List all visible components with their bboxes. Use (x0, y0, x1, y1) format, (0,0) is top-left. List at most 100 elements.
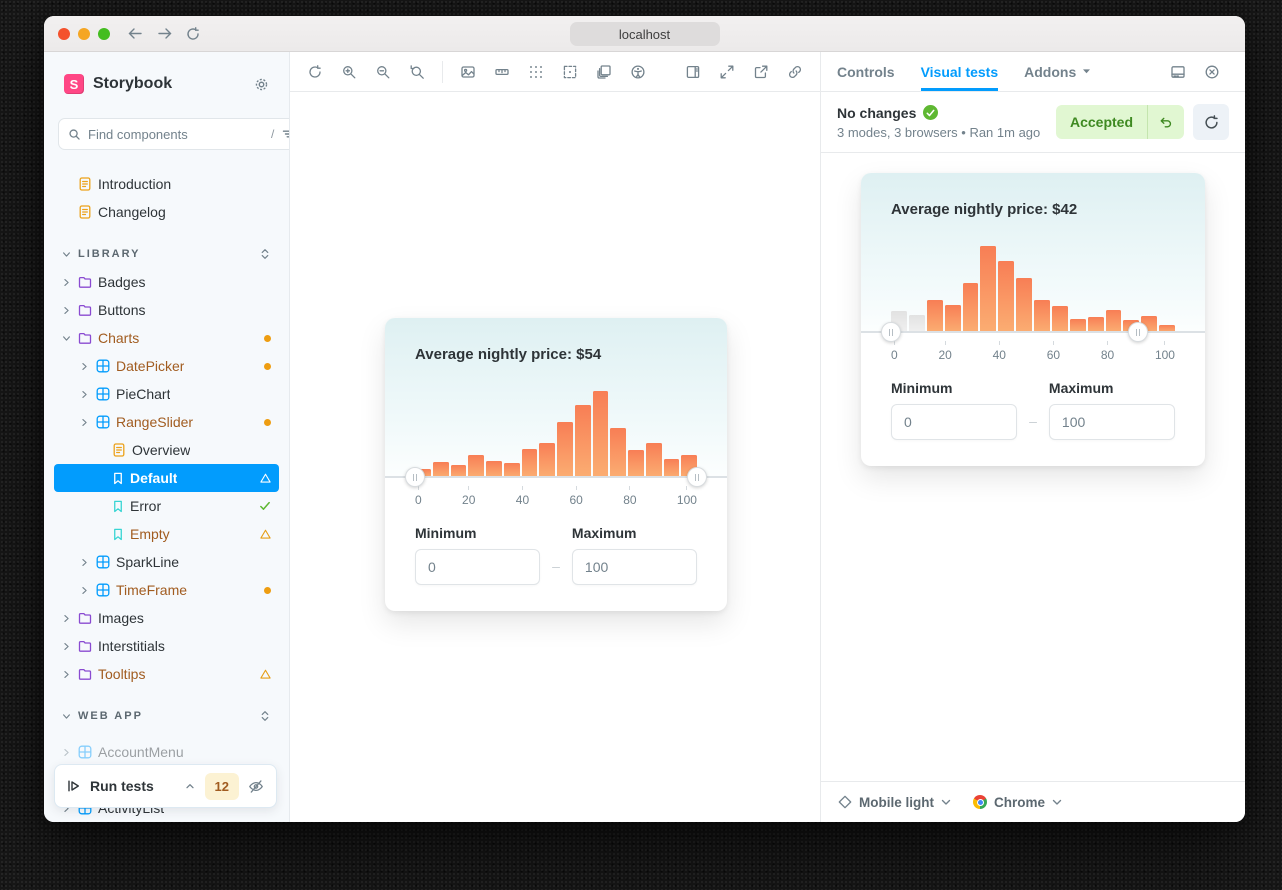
zoom-out-icon[interactable] (369, 58, 397, 86)
tab-visual-tests[interactable]: Visual tests (921, 52, 999, 91)
minimize-window-button[interactable] (78, 28, 90, 40)
zoom-in-icon[interactable] (335, 58, 363, 86)
sidebar-item-sparkline[interactable]: SparkLine (54, 548, 279, 576)
changed-dot-badge (264, 587, 271, 594)
histogram-bar (945, 305, 961, 332)
measure-icon[interactable] (488, 58, 516, 86)
sidebar-item-error[interactable]: Error (54, 492, 279, 520)
sidebar: S Storybook / IntroductionChangelogLIBRA… (44, 52, 290, 822)
rerun-tests-button[interactable] (1193, 104, 1229, 140)
sidebar-item-charts[interactable]: Charts (54, 324, 279, 352)
axis-labels: 020406080100 (891, 341, 1175, 362)
item-label: Error (130, 498, 161, 514)
test-count-badge: 12 (205, 773, 239, 800)
section-header-web-app[interactable]: WEB APP (54, 702, 279, 730)
undo-accept-button[interactable] (1147, 105, 1184, 139)
sidebar-item-tooltips[interactable]: Tooltips (54, 660, 279, 688)
close-window-button[interactable] (58, 28, 70, 40)
outline-icon[interactable] (556, 58, 584, 86)
max-slider-handle[interactable] (1128, 322, 1148, 342)
backgrounds-icon[interactable] (454, 58, 482, 86)
sidebar-item-interstitials[interactable]: Interstitials (54, 632, 279, 660)
chevron-down-icon (1082, 68, 1091, 75)
sidebar-item-datepicker[interactable]: DatePicker (54, 352, 279, 380)
mode-selector[interactable]: Mobile light (838, 795, 951, 810)
sidebar-item-introduction[interactable]: Introduction (54, 170, 279, 198)
item-label: Images (98, 610, 144, 626)
bookmark-icon (112, 500, 124, 513)
sidebar-item-timeframe[interactable]: TimeFrame (54, 576, 279, 604)
folder-icon (78, 303, 92, 317)
zoom-window-button[interactable] (98, 28, 110, 40)
min-label: Minimum (891, 380, 1017, 396)
story-link-icon[interactable] (781, 58, 809, 86)
run-tests-label[interactable]: Run tests (90, 778, 175, 794)
chart-title: Average nightly price: $54 (415, 346, 697, 363)
search-box[interactable]: / (58, 118, 290, 150)
open-new-tab-icon[interactable] (747, 58, 775, 86)
visual-tests-status: No changes 3 modes, 3 browsers • Ran 1m … (821, 92, 1245, 153)
filter-icon[interactable] (281, 127, 290, 141)
search-input[interactable] (88, 127, 264, 142)
sidebar-item-rangeslider[interactable]: RangeSlider (54, 408, 279, 436)
toolbar-separator (442, 61, 443, 83)
expand-collapse-all-icon[interactable] (259, 248, 271, 260)
sidebar-item-accountmenu[interactable]: AccountMenu (54, 738, 279, 766)
sidebar-item-images[interactable]: Images (54, 604, 279, 632)
chevron-right-icon (60, 278, 72, 287)
run-tests-play-icon[interactable] (67, 779, 81, 793)
sidebar-item-badges[interactable]: Badges (54, 268, 279, 296)
histogram-chart: Average nightly price: $54 (385, 318, 727, 477)
search-shortcut-key: / (271, 127, 274, 141)
sidebar-item-empty[interactable]: Empty (54, 520, 279, 548)
chevron-right-icon (78, 558, 90, 567)
browser-forward-icon[interactable] (157, 27, 172, 41)
watch-mode-icon[interactable] (248, 779, 264, 794)
item-label: Default (130, 470, 177, 486)
panel-toggle-icon[interactable] (679, 58, 707, 86)
accessibility-icon[interactable] (624, 58, 652, 86)
zoom-reset-icon[interactable] (403, 58, 431, 86)
browser-back-icon[interactable] (128, 27, 143, 41)
close-panel-icon[interactable] (1198, 58, 1226, 86)
expand-collapse-all-icon[interactable] (259, 710, 271, 722)
fullscreen-icon[interactable] (713, 58, 741, 86)
grid-icon[interactable] (522, 58, 550, 86)
browser-selector[interactable]: Chrome (973, 795, 1062, 810)
min-slider-handle[interactable] (881, 322, 901, 342)
browser-reload-icon[interactable] (186, 27, 200, 41)
collapse-chevron-icon[interactable] (184, 780, 196, 792)
titlebar: localhost (44, 16, 1245, 52)
sidebar-item-overview[interactable]: Overview (54, 436, 279, 464)
item-label: Tooltips (98, 666, 145, 682)
max-input[interactable] (1049, 404, 1175, 440)
accepted-button[interactable]: Accepted (1056, 105, 1147, 139)
search-icon (68, 128, 81, 141)
sidebar-item-changelog[interactable]: Changelog (54, 198, 279, 226)
range-dash: – (552, 558, 560, 585)
section-header-library[interactable]: LIBRARY (54, 240, 279, 268)
min-input[interactable] (415, 549, 540, 585)
tab-controls[interactable]: Controls (837, 52, 895, 91)
axis-tick: 100 (1155, 341, 1175, 362)
sidebar-item-default[interactable]: Default (54, 464, 279, 492)
max-input[interactable] (572, 549, 697, 585)
doc-icon (78, 205, 92, 219)
address-bar[interactable]: localhost (570, 22, 720, 46)
tab-addons[interactable]: Addons (1024, 52, 1091, 91)
viewport-icon[interactable] (590, 58, 618, 86)
chevron-right-icon (78, 418, 90, 427)
panel-bottom-icon[interactable] (1164, 58, 1192, 86)
histogram-bar (927, 300, 943, 332)
min-label: Minimum (415, 525, 540, 541)
sidebar-item-buttons[interactable]: Buttons (54, 296, 279, 324)
max-slider-handle[interactable] (687, 467, 707, 487)
histogram-bar (468, 455, 484, 477)
histogram-bar (539, 443, 555, 477)
remount-icon[interactable] (301, 58, 329, 86)
item-label: Charts (98, 330, 139, 346)
settings-gear-icon[interactable] (254, 77, 269, 92)
min-input[interactable] (891, 404, 1017, 440)
sidebar-item-piechart[interactable]: PieChart (54, 380, 279, 408)
min-slider-handle[interactable] (405, 467, 425, 487)
